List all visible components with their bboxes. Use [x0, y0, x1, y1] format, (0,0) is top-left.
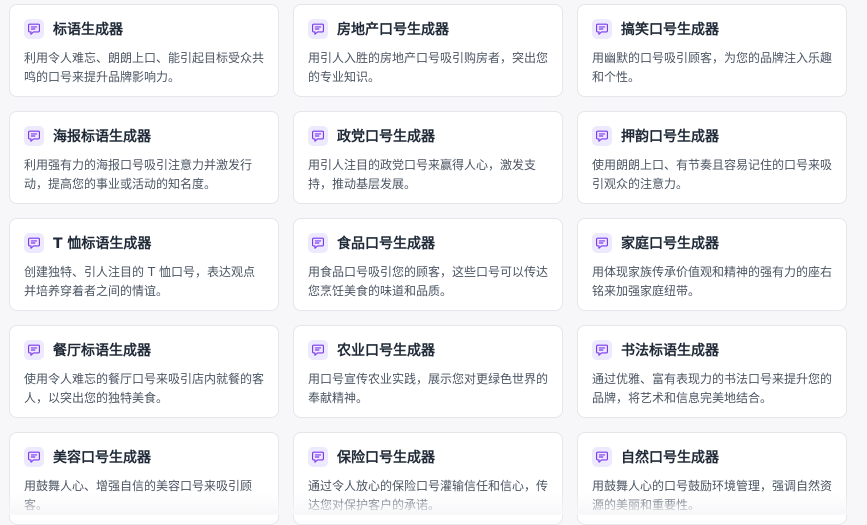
- card-title: 保险口号生成器: [337, 450, 435, 466]
- card-header: 保险口号生成器: [308, 447, 548, 467]
- card-header: 押韵口号生成器: [592, 126, 832, 146]
- card-description: 创建独特、引人注目的 T 恤口号，表达观点并培养穿着者之间的情谊。: [24, 265, 255, 298]
- card-description: 用鼓舞人心的口号鼓励环境管理，强调自然资源的美丽和重要性。: [592, 479, 832, 512]
- card-header: 书法标语生成器: [592, 340, 832, 360]
- generator-card[interactable]: 搞笑口号生成器用幽默的口号吸引顾客，为您的品牌注入乐趣和个性。: [577, 4, 847, 97]
- card-header: 农业口号生成器: [308, 340, 548, 360]
- card-description: 利用强有力的海报口号吸引注意力并激发行动，提高您的事业或活动的知名度。: [24, 158, 253, 191]
- generator-card[interactable]: 书法标语生成器通过优雅、富有表现力的书法口号来提升您的品牌，将艺术和信息完美地结…: [577, 325, 847, 418]
- generator-card[interactable]: 房地产口号生成器用引人入胜的房地产口号吸引购房者，突出您的专业知识。: [293, 4, 563, 97]
- message-icon: [308, 233, 328, 253]
- generator-card[interactable]: 自然口号生成器用鼓舞人心的口号鼓励环境管理，强调自然资源的美丽和重要性。: [577, 432, 847, 525]
- message-icon: [308, 340, 328, 360]
- card-title: 美容口号生成器: [53, 450, 151, 466]
- card-header: T 恤标语生成器: [24, 233, 264, 253]
- card-title: 海报标语生成器: [53, 129, 151, 145]
- card-description: 用幽默的口号吸引顾客，为您的品牌注入乐趣和个性。: [592, 51, 832, 84]
- card-header: 房地产口号生成器: [308, 19, 548, 39]
- card-title: 餐厅标语生成器: [53, 343, 151, 359]
- card-header: 标语生成器: [24, 19, 264, 39]
- card-title: 书法标语生成器: [621, 343, 719, 359]
- card-description: 通过令人放心的保险口号灌输信任和信心，传达您对保护客户的承诺。: [308, 479, 548, 512]
- generator-card[interactable]: T 恤标语生成器创建独特、引人注目的 T 恤口号，表达观点并培养穿着者之间的情谊…: [9, 218, 279, 311]
- message-icon: [592, 447, 612, 467]
- card-title: 房地产口号生成器: [337, 22, 449, 38]
- card-header: 家庭口号生成器: [592, 233, 832, 253]
- card-header: 食品口号生成器: [308, 233, 548, 253]
- generator-card[interactable]: 标语生成器利用令人难忘、朗朗上口、能引起目标受众共鸣的口号来提升品牌影响力。: [9, 4, 279, 97]
- card-description: 用引人注目的政党口号来赢得人心，激发支持，推动基层发展。: [308, 158, 537, 191]
- card-title: 自然口号生成器: [621, 450, 719, 466]
- card-description: 用引人入胜的房地产口号吸引购房者，突出您的专业知识。: [308, 51, 548, 84]
- generator-card[interactable]: 政党口号生成器用引人注目的政党口号来赢得人心，激发支持，推动基层发展。: [293, 111, 563, 204]
- card-title: 农业口号生成器: [337, 343, 435, 359]
- message-icon: [24, 340, 44, 360]
- message-icon: [308, 19, 328, 39]
- card-title: 押韵口号生成器: [621, 129, 719, 145]
- card-header: 自然口号生成器: [592, 447, 832, 467]
- message-icon: [308, 126, 328, 146]
- generator-card[interactable]: 美容口号生成器用鼓舞人心、增强自信的美容口号来吸引顾客。: [9, 432, 279, 525]
- generator-card[interactable]: 农业口号生成器用口号宣传农业实践，展示您对更绿色世界的奉献精神。: [293, 325, 563, 418]
- message-icon: [592, 340, 612, 360]
- message-icon: [24, 126, 44, 146]
- card-header: 餐厅标语生成器: [24, 340, 264, 360]
- card-header: 政党口号生成器: [308, 126, 548, 146]
- card-description: 利用令人难忘、朗朗上口、能引起目标受众共鸣的口号来提升品牌影响力。: [24, 51, 264, 84]
- card-description: 使用令人难忘的餐厅口号来吸引店内就餐的客人，以突出您的独特美食。: [24, 372, 264, 405]
- generator-card[interactable]: 家庭口号生成器用体现家族传承价值观和精神的强有力的座右铭来加强家庭纽带。: [577, 218, 847, 311]
- card-header: 搞笑口号生成器: [592, 19, 832, 39]
- card-title: 家庭口号生成器: [621, 236, 719, 252]
- card-description: 使用朗朗上口、有节奏且容易记住的口号来吸引观众的注意力。: [592, 158, 832, 191]
- message-icon: [308, 447, 328, 467]
- card-header: 海报标语生成器: [24, 126, 264, 146]
- message-icon: [24, 233, 44, 253]
- generator-card[interactable]: 押韵口号生成器使用朗朗上口、有节奏且容易记住的口号来吸引观众的注意力。: [577, 111, 847, 204]
- card-description: 用体现家族传承价值观和精神的强有力的座右铭来加强家庭纽带。: [592, 265, 832, 298]
- message-icon: [24, 447, 44, 467]
- generator-card[interactable]: 餐厅标语生成器使用令人难忘的餐厅口号来吸引店内就餐的客人，以突出您的独特美食。: [9, 325, 279, 418]
- message-icon: [592, 126, 612, 146]
- generator-card[interactable]: 食品口号生成器用食品口号吸引您的顾客，这些口号可以传达您烹饪美食的味道和品质。: [293, 218, 563, 311]
- generator-card-grid: 标语生成器 利用令人难忘、朗朗上口、能引起目标受众共鸣的口号来提升品牌影响力。 房地…: [9, 4, 847, 525]
- card-header: 美容口号生成器: [24, 447, 264, 467]
- message-icon: [24, 19, 44, 39]
- card-description: 用食品口号吸引您的顾客，这些口号可以传达您烹饪美食的味道和品质。: [308, 265, 548, 298]
- card-description: 用口号宣传农业实践，展示您对更绿色世界的奉献精神。: [308, 372, 548, 405]
- card-title: 标语生成器: [53, 22, 123, 38]
- card-title: 食品口号生成器: [337, 236, 435, 252]
- message-icon: [592, 19, 612, 39]
- message-icon: [592, 233, 612, 253]
- card-description: 通过优雅、富有表现力的书法口号来提升您的品牌，将艺术和信息完美地结合。: [592, 372, 832, 405]
- card-description: 用鼓舞人心、增强自信的美容口号来吸引顾客。: [24, 479, 253, 512]
- generator-card[interactable]: 保险口号生成器通过令人放心的保险口号灌输信任和信心，传达您对保护客户的承诺。: [293, 432, 563, 525]
- generator-card[interactable]: 海报标语生成器利用强有力的海报口号吸引注意力并激发行动，提高您的事业或活动的知名…: [9, 111, 279, 204]
- card-title: T 恤标语生成器: [53, 236, 152, 252]
- card-title: 搞笑口号生成器: [621, 22, 719, 38]
- card-title: 政党口号生成器: [337, 129, 435, 145]
